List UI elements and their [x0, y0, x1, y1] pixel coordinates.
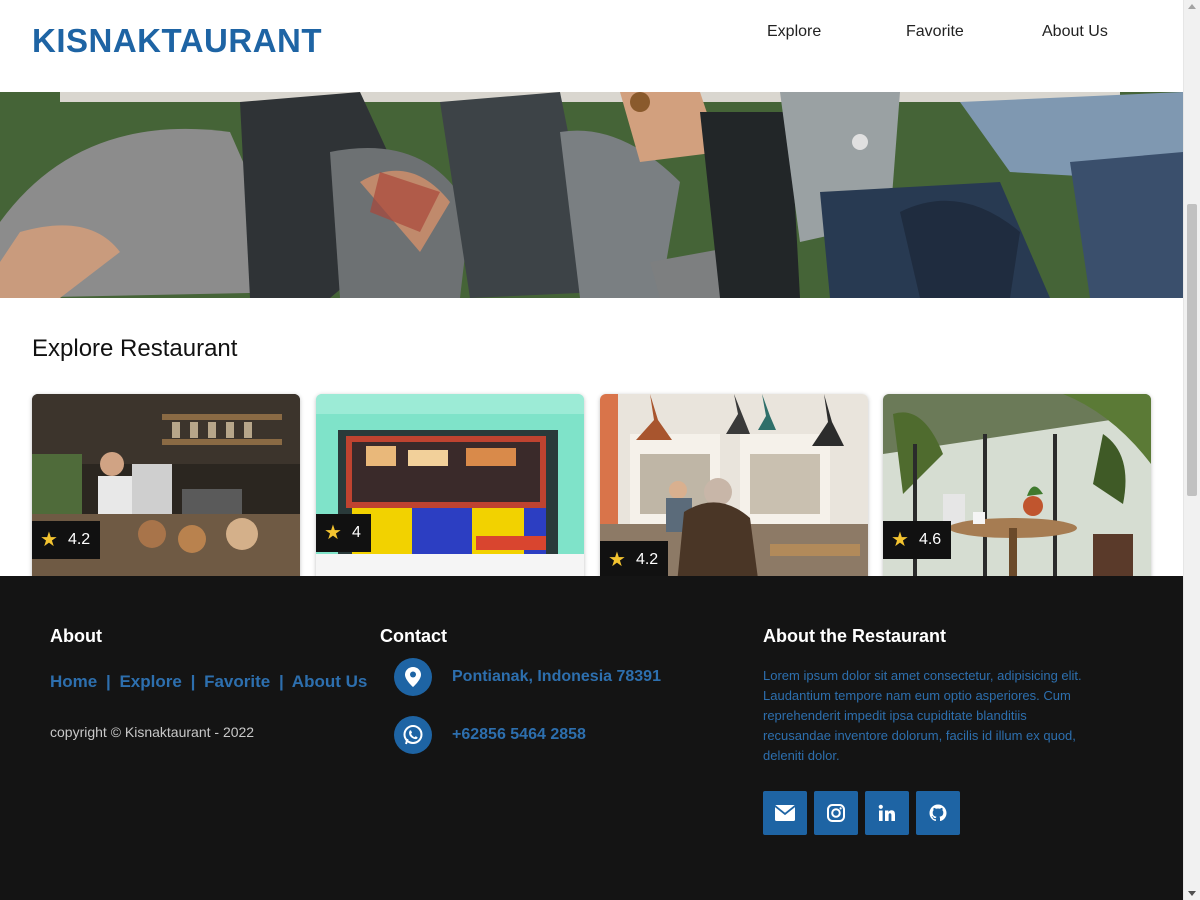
rating-value: 4	[351, 524, 361, 541]
rating-value: 4.2	[67, 531, 91, 548]
github-icon[interactable]	[916, 791, 960, 835]
footer-link-about-us[interactable]: About Us	[292, 672, 368, 691]
restaurant-image	[883, 394, 1151, 594]
restaurant-description: Lorem ipsum dolor sit amet consectetur, …	[763, 668, 1082, 763]
site-header: KISNAKTAURANT Explore Favorite About Us	[0, 0, 1183, 92]
location-pin-icon	[394, 658, 432, 696]
footer-about-heading: About	[50, 626, 102, 646]
footer-link-separator: |	[278, 672, 284, 691]
rating-value: 4.6	[918, 531, 942, 548]
rating-badge: ★ 4.2	[32, 521, 101, 559]
instagram-icon[interactable]	[814, 791, 858, 835]
star-icon: ★	[608, 549, 626, 571]
footer-restaurant-heading: About the Restaurant	[763, 626, 947, 646]
social-links	[763, 791, 967, 835]
rating-value: 4.2	[635, 551, 659, 568]
whatsapp-icon	[394, 716, 432, 754]
restaurant-image	[32, 394, 300, 594]
footer-contact-heading: Contact	[380, 626, 447, 646]
contact-phone-text[interactable]: +62856 5464 2858	[452, 726, 586, 744]
nav-link-favorite[interactable]: Favorite	[906, 23, 964, 41]
brand-logo[interactable]: KISNAKTAURANT	[32, 22, 322, 60]
footer-links: Home | Explore | Favorite | About Us	[50, 672, 367, 692]
scroll-down-arrow-icon[interactable]	[1188, 891, 1196, 896]
contact-address-text: Pontianak, Indonesia 78391	[452, 668, 661, 685]
footer-link-separator: |	[190, 672, 196, 691]
nav-link-about-us[interactable]: About Us	[1042, 23, 1108, 41]
email-icon[interactable]	[763, 791, 807, 835]
footer-link-explore[interactable]: Explore	[119, 672, 181, 691]
nav-link-explore[interactable]: Explore	[767, 23, 821, 41]
contact-address: Pontianak, Indonesia 78391	[394, 658, 661, 696]
footer-link-favorite[interactable]: Favorite	[204, 672, 270, 691]
star-icon: ★	[891, 529, 909, 551]
linkedin-icon[interactable]	[865, 791, 909, 835]
rating-badge: ★ 4.2	[600, 541, 669, 579]
star-icon: ★	[324, 522, 342, 544]
star-icon: ★	[40, 529, 58, 551]
restaurant-card[interactable]: ★ 4.6	[883, 394, 1151, 594]
restaurant-card[interactable]: ★ 4	[316, 394, 584, 594]
copyright-text: copyright © Kisnaktaurant - 2022	[50, 724, 255, 740]
scroll-up-arrow-icon[interactable]	[1188, 4, 1196, 9]
restaurant-card[interactable]: ★ 4.2	[600, 394, 868, 594]
restaurant-card[interactable]: ★ 4.2	[32, 394, 300, 594]
footer-link-home[interactable]: Home	[50, 672, 97, 691]
page: KISNAKTAURANT Explore Favorite About Us	[0, 0, 1183, 900]
hero-image	[0, 92, 1183, 298]
restaurant-image	[316, 394, 584, 594]
footer-link-separator: |	[105, 672, 111, 691]
contact-phone: +62856 5464 2858	[394, 716, 586, 754]
site-footer: About Home | Explore | Favorite | About …	[0, 576, 1183, 900]
rating-badge: ★ 4.6	[883, 521, 952, 559]
rating-badge: ★ 4	[316, 514, 371, 552]
scroll-thumb[interactable]	[1187, 204, 1197, 496]
vertical-scrollbar[interactable]	[1183, 0, 1200, 900]
explore-heading: Explore Restaurant	[32, 335, 238, 362]
